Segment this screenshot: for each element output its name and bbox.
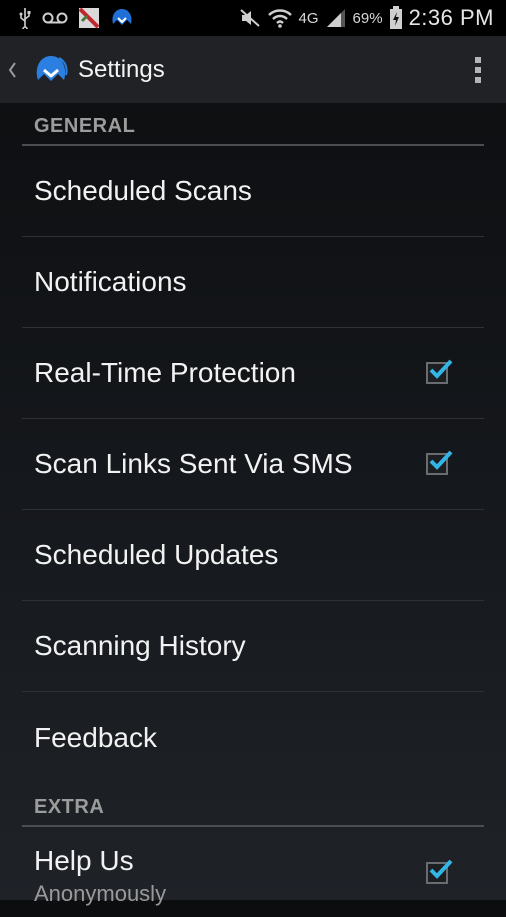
checkmark-icon — [429, 359, 453, 379]
pref-label: Scheduled Updates — [34, 539, 279, 570]
battery-percent: 69% — [352, 9, 383, 27]
status-bar: 4G 69% 2:36 PM — [0, 0, 506, 36]
settings-list: GENERAL Scheduled Scans Notifications Re… — [0, 103, 506, 917]
pref-label: Scheduled Scans — [34, 175, 252, 206]
overflow-menu-button[interactable] — [456, 36, 500, 103]
real-time-protection-checkbox[interactable] — [426, 359, 453, 384]
wifi-icon — [267, 8, 293, 28]
pref-label: Scan Links Sent Via SMS — [34, 448, 353, 479]
pref-label: Help Us — [34, 845, 134, 876]
section-header-general: GENERAL — [22, 103, 484, 146]
action-bar: Settings — [0, 36, 506, 103]
page-title: Settings — [78, 55, 165, 83]
app-logo-icon[interactable] — [32, 51, 70, 89]
pref-real-time-protection[interactable]: Real-Time Protection — [22, 328, 484, 419]
mute-icon — [239, 8, 261, 28]
signal-icon — [325, 8, 347, 28]
checkmark-icon — [429, 859, 453, 879]
pref-scheduled-updates[interactable]: Scheduled Updates — [22, 510, 484, 601]
clock: 2:36 PM — [408, 5, 494, 30]
malwarebytes-app-icon — [110, 7, 134, 29]
section-header-extra: EXTRA — [22, 785, 484, 827]
pref-notifications[interactable]: Notifications — [22, 237, 484, 328]
pref-label: Notifications — [34, 266, 187, 297]
voicemail-icon — [42, 11, 68, 25]
pref-label: Scanning History — [34, 630, 246, 661]
battery-charging-icon — [389, 6, 403, 30]
pref-sublabel: Anonymously — [34, 881, 167, 906]
pref-scheduled-scans[interactable]: Scheduled Scans — [22, 146, 484, 237]
network-type-label: 4G — [298, 9, 319, 27]
pref-scanning-history[interactable]: Scanning History — [22, 601, 484, 692]
usb-icon — [18, 7, 32, 29]
pref-label: Real-Time Protection — [34, 357, 296, 388]
checkmark-icon — [429, 450, 453, 470]
help-us-checkbox[interactable] — [426, 859, 453, 884]
back-chevron-icon[interactable] — [2, 36, 22, 103]
pref-feedback[interactable]: Feedback — [22, 692, 484, 783]
pref-scan-links-sms[interactable]: Scan Links Sent Via SMS — [22, 419, 484, 510]
kaspersky-app-icon — [78, 7, 100, 29]
pref-help-us[interactable]: Help Us Anonymously — [22, 827, 484, 917]
scan-links-sms-checkbox[interactable] — [426, 450, 453, 475]
pref-label: Feedback — [34, 721, 157, 753]
